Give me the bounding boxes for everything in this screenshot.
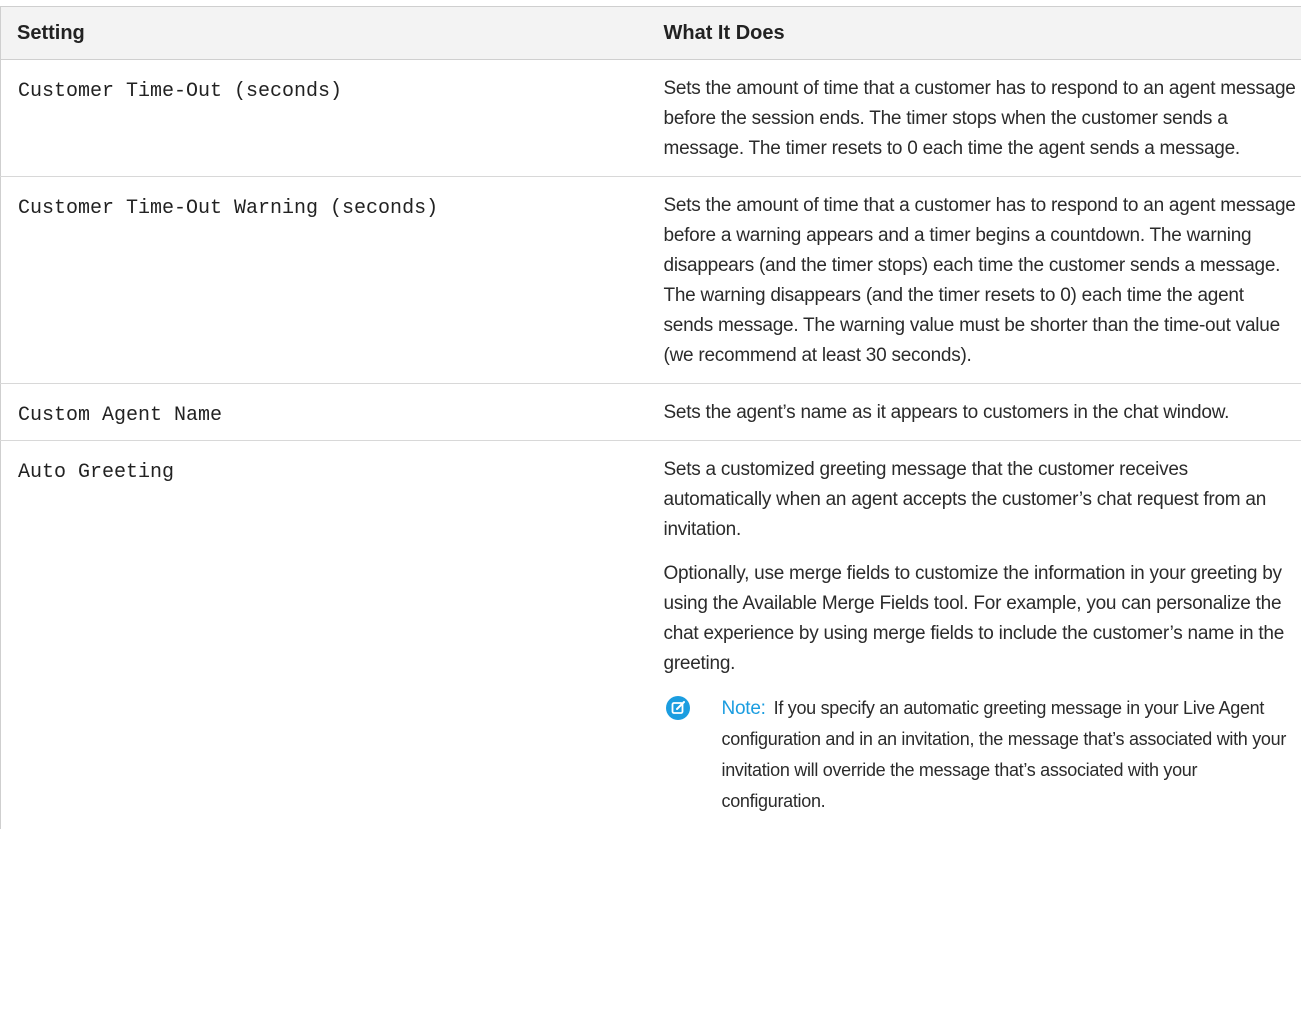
setting-name: Customer Time-Out Warning (seconds) bbox=[18, 197, 439, 220]
header-what-it-does: What It Does bbox=[663, 21, 785, 44]
table-row: Customer Time-Out Warning (seconds) Sets… bbox=[0, 177, 1301, 384]
documentation-page: Setting What It Does Customer Time-Out (… bbox=[0, 0, 1301, 1010]
description-paragraph: Sets the amount of time that a customer … bbox=[663, 78, 1296, 159]
setting-description: Sets the agent’s name as it appears to c… bbox=[647, 384, 1301, 441]
note-text: If you specify an automatic greeting mes… bbox=[721, 698, 1287, 811]
table-row: Auto Greeting Sets a customized greeting… bbox=[1, 441, 1301, 830]
note-label: Note: bbox=[721, 698, 766, 719]
description-paragraph: Sets a customized greeting message that … bbox=[663, 459, 1267, 540]
note-edit-icon bbox=[665, 696, 690, 720]
setting-name: Auto Greeting bbox=[18, 461, 175, 484]
header-setting: Setting bbox=[17, 21, 85, 44]
settings-table: Setting What It Does Customer Time-Out (… bbox=[0, 6, 1301, 829]
note-callout: Note: If you specify an automatic greetin… bbox=[664, 693, 1297, 817]
setting-name: Customer Time-Out (seconds) bbox=[18, 80, 343, 103]
table-row: Customer Time-Out (seconds) Sets the amo… bbox=[0, 60, 1301, 177]
setting-description: Sets the amount of time that a customer … bbox=[647, 60, 1301, 177]
description-paragraph: Optionally, use merge fields to customiz… bbox=[663, 563, 1285, 674]
setting-name: Custom Agent Name bbox=[18, 404, 223, 427]
description-paragraph: Sets the amount of time that a customer … bbox=[663, 195, 1296, 366]
table-row: Custom Agent Name Sets the agent’s name … bbox=[0, 384, 1301, 441]
setting-description: Sets the amount of time that a customer … bbox=[647, 177, 1301, 384]
description-paragraph: Sets the agent’s name as it appears to c… bbox=[663, 402, 1230, 423]
setting-description: Sets a customized greeting message that … bbox=[647, 441, 1301, 830]
table-header-row: Setting What It Does bbox=[0, 6, 1301, 60]
